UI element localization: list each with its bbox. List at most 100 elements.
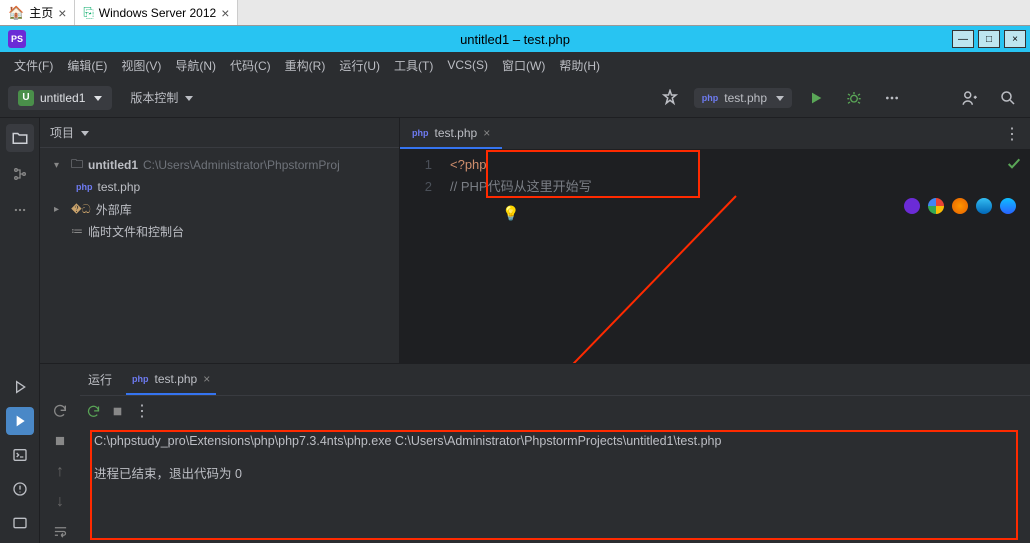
rerun-output-button[interactable] bbox=[86, 404, 101, 419]
problems-tool-button[interactable] bbox=[6, 475, 34, 503]
scratches-label: 临时文件和控制台 bbox=[88, 223, 184, 240]
menu-refactor[interactable]: 重构(R) bbox=[279, 55, 332, 76]
php-icon: php bbox=[702, 93, 719, 103]
stop-output-button[interactable] bbox=[111, 405, 124, 418]
search-everywhere-button[interactable] bbox=[994, 84, 1022, 112]
intention-bulb-icon[interactable]: 💡 bbox=[502, 202, 519, 224]
run-panel-title: 运行 bbox=[88, 371, 112, 388]
run-tab-label: test.php bbox=[155, 372, 198, 386]
soft-wrap-button[interactable] bbox=[47, 521, 73, 543]
vc-label: 版本控制 bbox=[130, 89, 178, 106]
expand-icon[interactable]: ▾ bbox=[54, 160, 66, 171]
more-tool-button[interactable] bbox=[6, 196, 34, 224]
os-tab-winserver[interactable]: ⎘ Windows Server 2012 × bbox=[75, 0, 238, 25]
run-output-toolbar: ⋮ bbox=[80, 396, 1030, 426]
output-exit: 进程已结束，退出代码为 0 bbox=[94, 463, 1016, 482]
menu-code[interactable]: 代码(C) bbox=[224, 55, 277, 76]
edge-icon[interactable] bbox=[1000, 198, 1016, 214]
chevron-down-icon bbox=[182, 91, 193, 105]
code-with-me-button[interactable] bbox=[956, 84, 984, 112]
ie-icon[interactable] bbox=[976, 198, 992, 214]
project-tool-button[interactable] bbox=[6, 124, 34, 152]
browser-icons-bar bbox=[904, 198, 1016, 214]
expand-icon[interactable]: ▸ bbox=[54, 204, 66, 215]
close-icon[interactable]: × bbox=[58, 5, 66, 21]
project-icon: U bbox=[18, 90, 34, 106]
firefox-icon[interactable] bbox=[952, 198, 968, 214]
os-tab-label: 主页 bbox=[29, 4, 53, 21]
structure-tool-button[interactable] bbox=[6, 160, 34, 188]
code-line: <?php bbox=[450, 154, 592, 176]
phpstorm-icon: PS bbox=[8, 30, 26, 48]
menu-navigate[interactable]: 导航(N) bbox=[169, 55, 222, 76]
menu-edit[interactable]: 编辑(E) bbox=[61, 55, 113, 76]
menu-bar: 文件(F) 编辑(E) 视图(V) 导航(N) 代码(C) 重构(R) 运行(U… bbox=[0, 52, 1030, 78]
folder-icon: 🗀 bbox=[71, 155, 83, 176]
run-panel: ↑ ↓ 运行 php test.php × ⋮ C:\phpstudy_pro\… bbox=[40, 363, 1030, 543]
minimize-button[interactable]: — bbox=[952, 30, 974, 48]
tree-external-libs[interactable]: ▸ �ධ 外部库 bbox=[44, 198, 395, 220]
library-icon: �ධ bbox=[71, 202, 91, 217]
menu-run[interactable]: 运行(U) bbox=[333, 55, 386, 76]
ext-lib-label: 外部库 bbox=[96, 201, 132, 218]
version-control-selector[interactable]: 版本控制 bbox=[122, 85, 201, 110]
menu-file[interactable]: 文件(F) bbox=[8, 55, 59, 76]
tree-root[interactable]: ▾ 🗀 untitled1 C:\Users\Administrator\Php… bbox=[44, 154, 395, 176]
line-number: 2 bbox=[400, 176, 432, 198]
chevron-down-icon bbox=[91, 91, 102, 105]
more-actions-button[interactable] bbox=[878, 84, 906, 112]
os-tab-label: Windows Server 2012 bbox=[99, 6, 216, 20]
close-button[interactable]: × bbox=[1004, 30, 1026, 48]
toolbar: U untitled1 版本控制 php test.php bbox=[0, 78, 1030, 118]
run-button[interactable] bbox=[802, 84, 830, 112]
scratches-icon: ≔ bbox=[71, 224, 83, 238]
run-tool-button[interactable] bbox=[6, 407, 34, 435]
maximize-button[interactable]: □ bbox=[978, 30, 1000, 48]
code-line: // PHP代码从这里开始写 bbox=[450, 176, 592, 198]
run-tool-indicator[interactable] bbox=[6, 373, 34, 401]
stop-button[interactable] bbox=[47, 430, 73, 452]
menu-help[interactable]: 帮助(H) bbox=[553, 55, 606, 76]
close-icon[interactable]: × bbox=[221, 5, 229, 21]
os-window-tabs: 🏠 主页 × ⎘ Windows Server 2012 × bbox=[0, 0, 1030, 26]
root-name: untitled1 bbox=[88, 158, 138, 172]
home-icon: 🏠 bbox=[8, 5, 24, 21]
output-more-button[interactable]: ⋮ bbox=[134, 401, 150, 421]
scroll-down-button[interactable]: ↓ bbox=[47, 491, 73, 513]
chrome-icon[interactable] bbox=[928, 198, 944, 214]
editor-tab-testphp[interactable]: php test.php × bbox=[400, 118, 502, 149]
tab-label: test.php bbox=[435, 126, 478, 140]
vcs-tool-button[interactable] bbox=[6, 509, 34, 537]
menu-vcs[interactable]: VCS(S) bbox=[441, 56, 494, 74]
window-titlebar: PS untitled1 – test.php — □ × bbox=[0, 26, 1030, 52]
bottom-left-tool-strip bbox=[0, 363, 40, 543]
run-config-name: test.php bbox=[724, 91, 767, 105]
debug-button[interactable] bbox=[840, 84, 868, 112]
scroll-up-button[interactable]: ↑ bbox=[47, 460, 73, 482]
menu-view[interactable]: 视图(V) bbox=[115, 55, 167, 76]
chevron-down-icon[interactable] bbox=[78, 126, 89, 140]
tree-scratches[interactable]: ≔ 临时文件和控制台 bbox=[44, 220, 395, 242]
editor-tabs: php test.php × ⋮ bbox=[400, 118, 1030, 150]
php-icon: php bbox=[412, 128, 429, 138]
run-config-selector[interactable]: php test.php bbox=[694, 88, 792, 108]
build-icon[interactable] bbox=[656, 84, 684, 112]
tab-more-button[interactable]: ⋮ bbox=[994, 118, 1030, 149]
line-number: 1 bbox=[400, 154, 432, 176]
menu-window[interactable]: 窗口(W) bbox=[496, 55, 551, 76]
terminal-tool-button[interactable] bbox=[6, 441, 34, 469]
project-name: untitled1 bbox=[40, 91, 85, 105]
menu-tools[interactable]: 工具(T) bbox=[388, 55, 439, 76]
project-selector[interactable]: U untitled1 bbox=[8, 86, 112, 110]
inspection-ok-icon[interactable] bbox=[1006, 156, 1022, 172]
run-output[interactable]: C:\phpstudy_pro\Extensions\php\php7.3.4n… bbox=[80, 426, 1030, 543]
window-title: untitled1 – test.php bbox=[460, 32, 570, 47]
close-icon[interactable]: × bbox=[203, 372, 210, 386]
run-tab-testphp[interactable]: php test.php × bbox=[126, 364, 216, 395]
rerun-button[interactable] bbox=[47, 400, 73, 422]
close-icon[interactable]: × bbox=[483, 126, 490, 140]
tree-file-testphp[interactable]: php test.php bbox=[44, 176, 395, 198]
php-icon: php bbox=[132, 374, 149, 384]
os-tab-home[interactable]: 🏠 主页 × bbox=[0, 0, 75, 25]
phpstorm-preview-icon[interactable] bbox=[904, 198, 920, 214]
